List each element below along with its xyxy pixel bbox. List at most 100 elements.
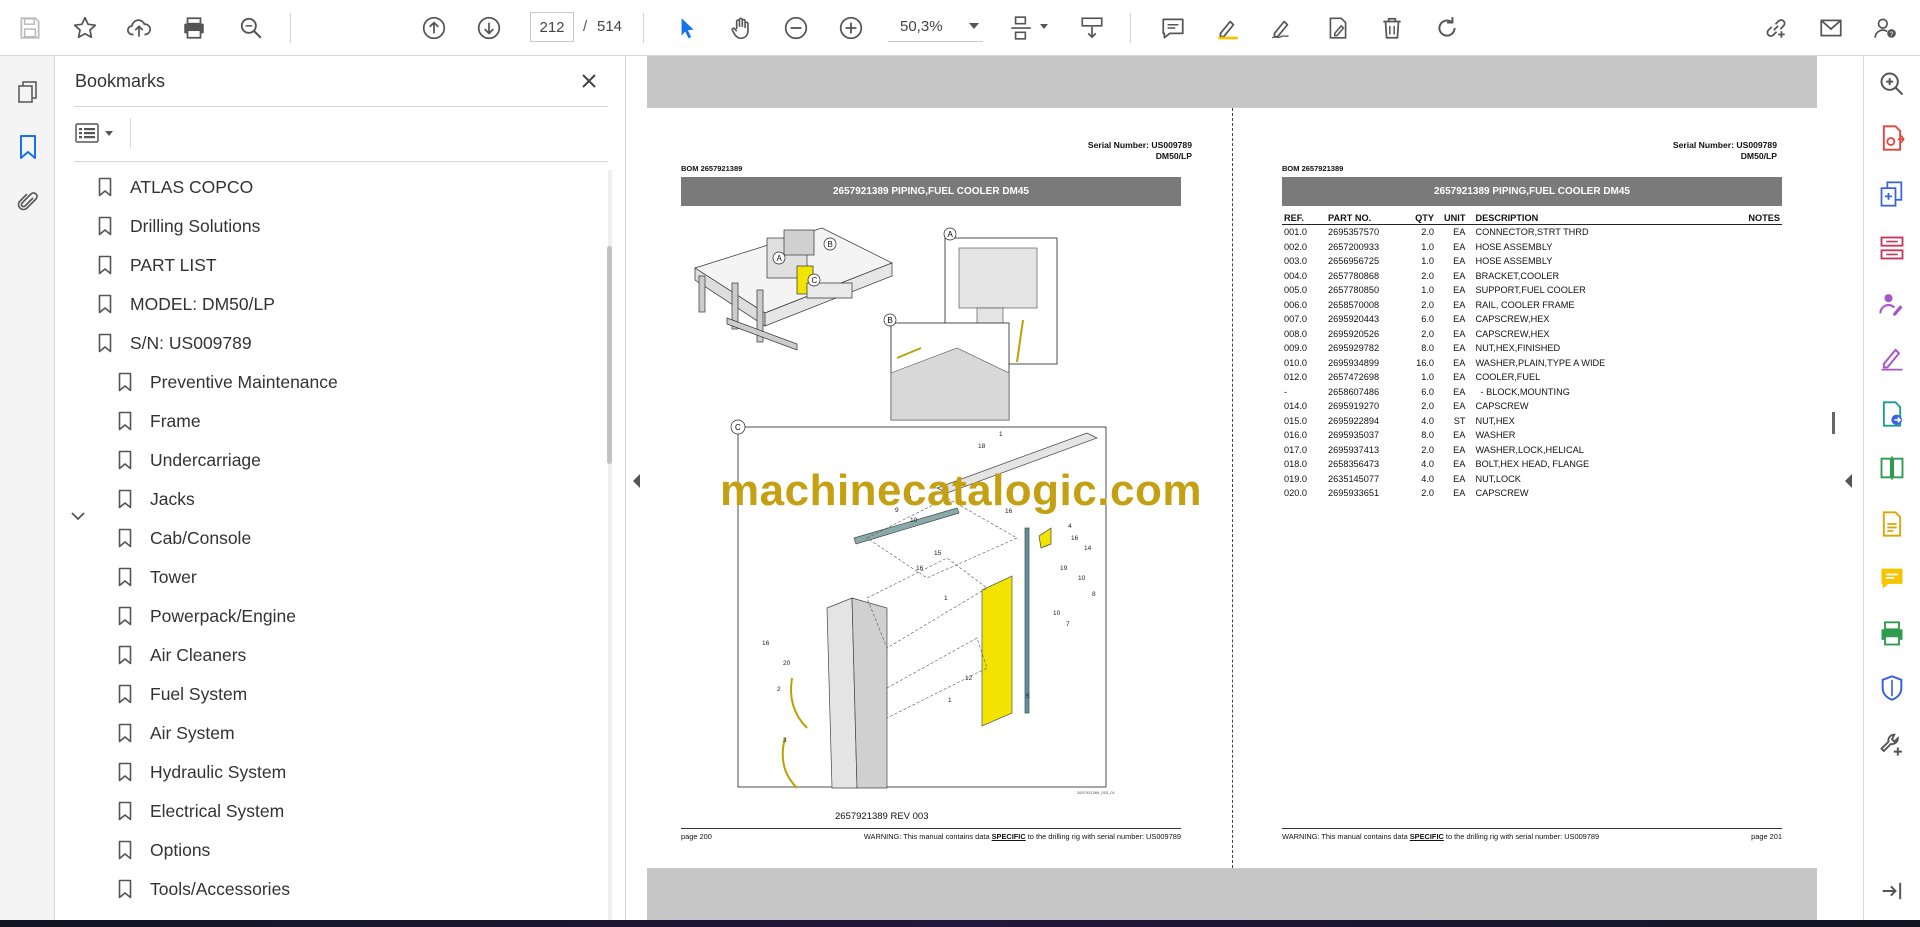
svg-text:15: 15 [934, 550, 942, 557]
more-tools-icon[interactable] [1874, 726, 1910, 762]
bookmark-item[interactable]: PART LIST [96, 248, 217, 282]
select-cursor-icon[interactable] [669, 10, 705, 46]
convert-pdf-icon[interactable] [1874, 396, 1910, 432]
footer-page-number: page 201 [1751, 832, 1782, 841]
document-viewport[interactable]: Serial Number: US009789 DM50/LP BOM 2657… [627, 56, 1863, 920]
bookmark-item[interactable]: Fuel System [116, 677, 247, 711]
bookmarks-icon[interactable] [12, 131, 44, 163]
cell-notes [1723, 312, 1782, 327]
bookmark-label: Jacks [150, 488, 195, 509]
compare-icon[interactable] [1874, 450, 1910, 486]
zoom-in-icon[interactable] [833, 10, 869, 46]
bookmarks-scrollbar[interactable] [601, 170, 619, 920]
bookmark-item[interactable]: Air System [116, 716, 235, 750]
table-row: 020.0 2695933651 2.0 EA CAPSCREW [1282, 486, 1782, 501]
cell-ref: 009.0 [1284, 343, 1307, 353]
protect-icon[interactable] [1874, 670, 1910, 706]
bookmark-item[interactable]: Options [116, 833, 210, 867]
print-icon[interactable] [176, 10, 212, 46]
hand-icon[interactable] [723, 10, 759, 46]
sign-icon[interactable] [1264, 10, 1300, 46]
callout-c: C [812, 276, 818, 285]
chevron-down-icon[interactable] [1040, 24, 1048, 29]
scrollbar-thumb[interactable] [607, 246, 612, 464]
bookmark-item[interactable]: ATLAS COPCO [96, 170, 253, 204]
toolbar-divider [290, 13, 291, 43]
attachments-icon[interactable] [12, 186, 44, 218]
svg-text:?: ? [1890, 31, 1894, 38]
detail-a-label: A [948, 230, 954, 239]
fill-sign-icon[interactable] [1874, 340, 1910, 376]
cell-notes [1723, 298, 1782, 313]
svg-text:14: 14 [1084, 545, 1092, 552]
cell-unit: EA [1453, 285, 1466, 295]
bookmark-item[interactable]: Jacks [116, 482, 195, 516]
delete-icon[interactable] [1374, 10, 1410, 46]
mail-icon[interactable] [1813, 10, 1849, 46]
bookmark-item[interactable]: Powerpack/Engine [116, 599, 296, 633]
export-icon[interactable] [1874, 506, 1910, 542]
bookmark-item[interactable]: Frame [116, 404, 201, 438]
prev-page-icon[interactable] [416, 10, 452, 46]
page-fit-icon[interactable] [1003, 10, 1039, 46]
star-icon[interactable] [67, 10, 103, 46]
document-scrollbar[interactable] [1830, 56, 1848, 920]
bookmark-label: Options [150, 839, 211, 860]
share-link-icon[interactable] [1758, 10, 1794, 46]
search-icon[interactable] [233, 10, 269, 46]
create-pdf-icon[interactable] [1874, 176, 1910, 212]
organize-pages-icon[interactable] [1874, 230, 1910, 266]
highlight-icon[interactable] [1210, 10, 1246, 46]
svg-text:20: 20 [783, 660, 791, 667]
bookmark-icon [116, 761, 134, 783]
bookmark-item[interactable]: Cab/Console [116, 521, 251, 555]
collapse-chevron-icon[interactable] [68, 506, 88, 526]
upload-icon[interactable] [121, 10, 157, 46]
cell-notes [1723, 472, 1782, 487]
bookmark-item[interactable]: Preventive Maintenance [116, 365, 338, 399]
cell-unit: EA [1453, 299, 1466, 310]
collapse-left-panel-icon[interactable] [633, 474, 640, 488]
page-thumbnails-icon[interactable] [12, 76, 44, 108]
fill-sign-icon[interactable] [1320, 10, 1356, 46]
bookmark-icon [116, 800, 134, 822]
comment-icon[interactable] [1874, 560, 1910, 596]
rotate-icon[interactable] [1429, 10, 1465, 46]
bookmark-item[interactable]: Tower [116, 560, 197, 594]
bookmark-icon [96, 176, 114, 198]
bookmark-item[interactable]: S/N: US009789 [96, 326, 252, 360]
edit-pdf-icon[interactable] [1874, 286, 1910, 322]
zoom-out-icon[interactable] [778, 10, 814, 46]
scrollbar-thumb[interactable] [1832, 412, 1835, 434]
scan-ocr-icon[interactable] [1874, 616, 1910, 652]
close-icon[interactable] [576, 68, 602, 94]
next-page-icon[interactable] [471, 10, 507, 46]
bookmark-options-button[interactable] [74, 118, 122, 148]
bookmark-item[interactable]: Hydraulic System [116, 755, 286, 789]
expand-icon[interactable] [1874, 873, 1910, 909]
page-number-input[interactable] [530, 12, 574, 42]
comment-icon[interactable] [1155, 10, 1191, 46]
col-notes: NOTES [1723, 213, 1782, 225]
scroll-mode-icon[interactable] [1074, 10, 1110, 46]
col-ref: REF. [1282, 213, 1326, 225]
zoom-find-icon[interactable] [1874, 66, 1910, 102]
zoom-select[interactable]: 50,3% [888, 12, 983, 42]
cell-part: 2695919270 [1328, 401, 1380, 411]
parts-table-header: REF. PART NO. QTY UNIT DESCRIPTION NOTES [1282, 213, 1782, 225]
account-help-icon[interactable]: ? [1867, 10, 1903, 46]
bookmark-item[interactable]: Drilling Solutions [96, 209, 260, 243]
bookmark-item[interactable]: Undercarriage [116, 443, 261, 477]
table-row: 003.0 2656956725 1.0 EA HOSE ASSEMBLY [1282, 254, 1782, 269]
serial-block: Serial Number: US009789 DM50/LP [1673, 140, 1777, 162]
bookmark-item[interactable]: Tools/Accessories [116, 872, 290, 906]
footer-page-number: page 200 [681, 832, 712, 841]
cell-desc: CAPSCREW [1475, 488, 1529, 498]
bookmark-item[interactable]: Air Cleaners [116, 638, 246, 672]
save-icon[interactable] [12, 10, 48, 46]
cell-notes [1723, 385, 1782, 400]
cell-desc: WASHER [1475, 430, 1516, 440]
export-pdf-icon[interactable] [1874, 120, 1910, 156]
bookmark-item[interactable]: MODEL: DM50/LP [96, 287, 275, 321]
bookmark-item[interactable]: Electrical System [116, 794, 284, 828]
